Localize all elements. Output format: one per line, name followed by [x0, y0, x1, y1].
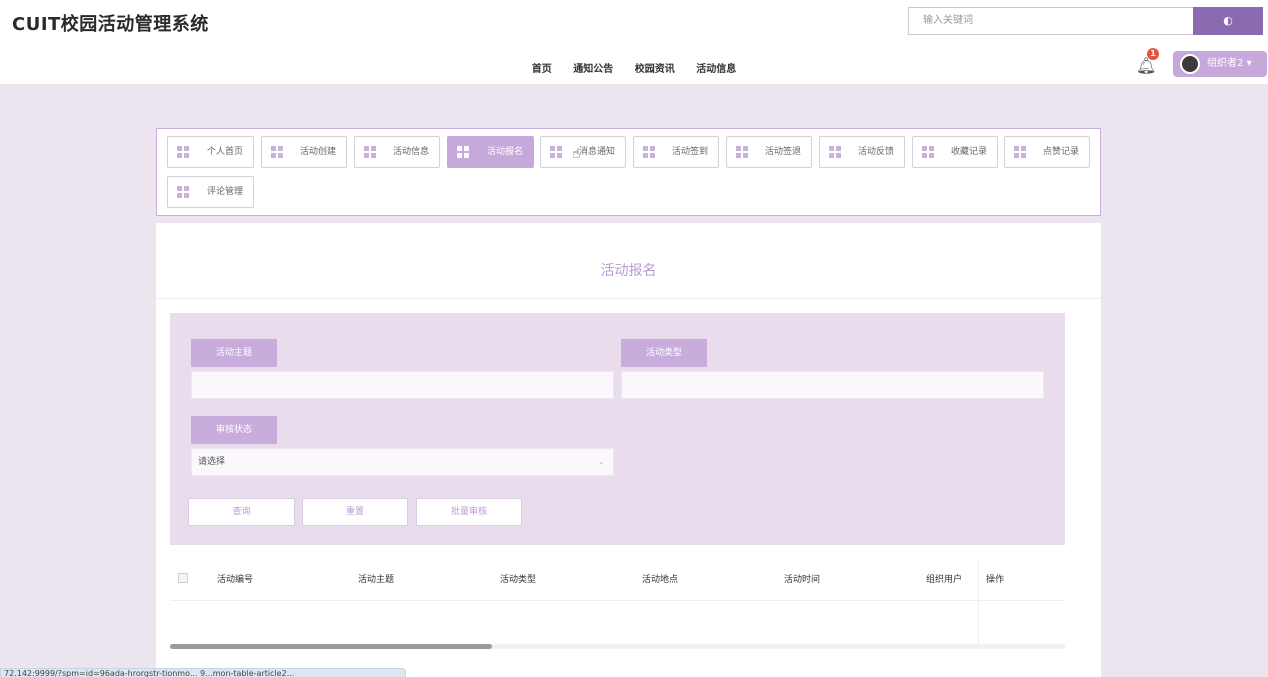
browser-status-bar: 72.142:9999/?spm=id=96ada-hrorgstr-tionm…: [0, 668, 406, 677]
scrollbar-thumb[interactable]: [170, 644, 493, 649]
menu-item-checkin[interactable]: 活动签到: [633, 136, 719, 168]
search-button[interactable]: ◐: [1193, 7, 1263, 35]
col-id[interactable]: 活动编号: [217, 559, 253, 601]
status-label: 审核状态: [191, 416, 277, 444]
menu-item-info[interactable]: 活动信息: [354, 136, 440, 168]
menu-item-signup[interactable]: 活动报名: [447, 136, 534, 168]
col-organizer[interactable]: 组织用户: [926, 559, 962, 601]
grid-icon: [457, 146, 469, 158]
col-actions: 操作: [986, 575, 1005, 585]
menu-item-create[interactable]: 活动创建: [261, 136, 347, 168]
grid-icon: [643, 146, 655, 158]
center-menu: 个人首页 活动创建 活动信息 活动报名 消息通知 活动签到 活动签退 活动反馈 …: [156, 128, 1101, 216]
notification-badge: 1: [1147, 48, 1159, 60]
col-type[interactable]: 活动类型: [500, 559, 536, 601]
grid-icon: [177, 146, 189, 158]
query-button[interactable]: 查询: [188, 498, 295, 526]
status-select[interactable]: 请选择 ⌄: [191, 448, 614, 476]
theme-label: 活动主题: [191, 339, 277, 367]
divider: [156, 298, 1101, 299]
grid-icon: [736, 146, 748, 158]
chevron-down-icon: ▾: [1246, 58, 1252, 69]
grid-icon: [922, 146, 934, 158]
grid-icon: [550, 146, 562, 158]
search-icon: ◐: [1223, 14, 1233, 27]
fixed-column-divider: [978, 559, 979, 649]
nav-item-news[interactable]: 校园资讯: [635, 60, 675, 75]
menu-item-likes[interactable]: 点赞记录: [1004, 136, 1090, 168]
menu-item-feedback[interactable]: 活动反馈: [819, 136, 905, 168]
theme-input[interactable]: [191, 371, 614, 399]
type-label: 活动类型: [621, 339, 707, 367]
search-form: 活动主题 活动类型 审核状态 请选择 ⌄ 查询 重置 批量审核: [170, 313, 1065, 545]
chevron-down-icon: ⌄: [597, 457, 605, 467]
site-logo-title[interactable]: CUIT校园活动管理系统: [12, 10, 209, 36]
nav-item-home[interactable]: 首页: [532, 60, 552, 75]
grid-icon: [177, 186, 189, 198]
grid-icon: [271, 146, 283, 158]
hand-cursor-icon: ☝: [572, 146, 581, 162]
menu-item-profile[interactable]: 个人首页: [167, 136, 254, 168]
col-location[interactable]: 活动地点: [642, 559, 678, 601]
col-theme[interactable]: 活动主题: [358, 559, 394, 601]
batch-review-button[interactable]: 批量审核: [416, 498, 522, 526]
horizontal-scrollbar[interactable]: [170, 644, 1065, 649]
status-select-value: 请选择: [198, 457, 226, 467]
avatar: [1180, 54, 1200, 74]
menu-item-messages[interactable]: 消息通知: [540, 136, 626, 168]
type-input[interactable]: [621, 371, 1044, 399]
page-title: 活动报名: [600, 263, 657, 279]
grid-icon: [364, 146, 376, 158]
content-panel: 活动报名 活动主题 活动类型 审核状态 请选择 ⌄ 查询 重置 批量审核 活动编…: [156, 223, 1101, 677]
search-input[interactable]: 输入关键词: [908, 7, 1193, 35]
select-all-checkbox[interactable]: [178, 573, 188, 583]
main-nav: 首页 通知公告 校园资讯 活动信息: [0, 60, 1268, 75]
reset-button[interactable]: 重置: [302, 498, 408, 526]
user-name: 组织者2: [1207, 58, 1244, 69]
col-time[interactable]: 活动时间: [784, 559, 820, 601]
menu-item-checkout[interactable]: 活动签退: [726, 136, 812, 168]
table-header: 活动编号 活动主题 活动类型 活动地点 活动时间 组织用户 操作: [170, 559, 1065, 601]
user-menu-button[interactable]: 组织者2 ▾: [1173, 51, 1267, 77]
top-header: CUIT校园活动管理系统 输入关键词 ◐ 首页 通知公告 校园资讯 活动信息 🔔…: [0, 0, 1268, 84]
grid-icon: [1014, 146, 1026, 158]
menu-item-favorites[interactable]: 收藏记录: [912, 136, 998, 168]
menu-item-comments[interactable]: 评论管理: [167, 176, 254, 208]
grid-icon: [829, 146, 841, 158]
nav-item-notices[interactable]: 通知公告: [573, 60, 613, 75]
nav-item-activities[interactable]: 活动信息: [696, 60, 736, 75]
